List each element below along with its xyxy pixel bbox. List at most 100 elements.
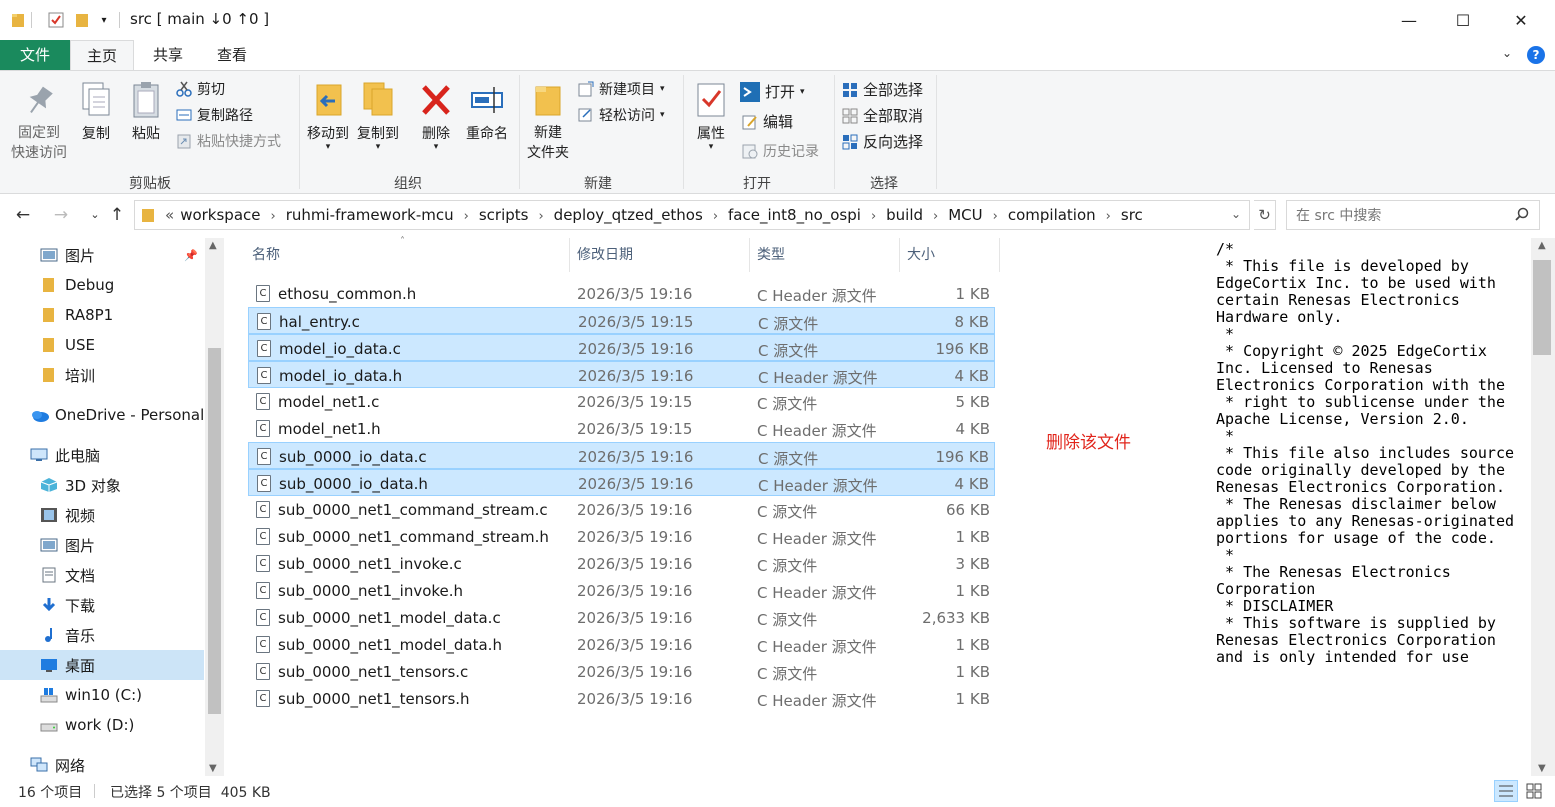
scroll-down-icon[interactable]: ▼ — [1538, 763, 1546, 774]
file-row[interactable]: Cmodel_io_data.h 2026/3/5 19:16 C Header 源… — [248, 361, 995, 388]
large-icons-view-icon[interactable] — [1522, 780, 1546, 802]
column-header-date[interactable]: 修改日期 — [571, 238, 749, 272]
breadcrumb-item[interactable]: compilation — [1008, 206, 1096, 224]
breadcrumb-item[interactable]: face_int8_no_ospi — [728, 206, 861, 224]
help-icon[interactable]: ? — [1527, 46, 1545, 64]
breadcrumb-item[interactable]: MCU — [948, 206, 982, 224]
breadcrumb-separator-icon[interactable]: › — [271, 209, 276, 224]
scroll-up-icon[interactable]: ▲ — [209, 240, 217, 251]
back-arrow-icon[interactable]: ← — [12, 204, 34, 226]
sidebar-item[interactable]: 下载 — [0, 590, 204, 620]
scroll-down-icon[interactable]: ▼ — [209, 763, 217, 774]
sidebar-item[interactable]: USE — [0, 330, 204, 360]
recent-locations-icon[interactable]: ⌄ — [84, 204, 106, 226]
forward-arrow-icon[interactable]: → — [50, 204, 72, 226]
address-bar[interactable]: « workspace › ruhmi-framework-mcu › scripts ›… — [134, 200, 1250, 230]
breadcrumb-item[interactable]: deploy_qtzed_ethos — [554, 206, 703, 224]
preview-scroll-thumb[interactable] — [1533, 260, 1551, 355]
file-row[interactable]: Chal_entry.c 2026/3/5 19:15 C 源文件 8 KB — [248, 307, 995, 334]
select-all-button[interactable]: 全部选择 — [842, 79, 923, 100]
sidebar-item[interactable]: RA8P1 — [0, 300, 204, 330]
pin-quick-access-button[interactable]: 固定到 快速访问 — [6, 81, 72, 163]
copy-to-button[interactable]: 复制到 ▾ — [354, 81, 402, 152]
sidebar-item[interactable]: 音乐 — [0, 620, 204, 650]
file-row[interactable]: Cethosu_common.h 2026/3/5 19:16 C Header 源… — [248, 280, 995, 307]
file-row[interactable]: Csub_0000_net1_command_stream.c 2026/3/5 … — [248, 496, 995, 523]
breadcrumb-overflow[interactable]: « — [165, 206, 174, 224]
copy-path-button[interactable]: 复制路径 — [176, 105, 253, 125]
new-folder-quick-icon[interactable] — [72, 10, 92, 30]
file-row[interactable]: Csub_0000_io_data.h 2026/3/5 19:16 C Heade… — [248, 469, 995, 496]
sidebar-item[interactable]: 培训 — [0, 360, 204, 390]
preview-scrollbar[interactable]: ▲ ▼ — [1531, 238, 1555, 776]
close-button[interactable]: ✕ — [1494, 0, 1548, 40]
sidebar-item[interactable]: 视频 — [0, 500, 204, 530]
breadcrumb-separator-icon[interactable]: › — [1106, 209, 1111, 224]
sidebar-item[interactable]: 网络 — [0, 750, 204, 776]
file-row[interactable]: Csub_0000_io_data.c 2026/3/5 19:16 C 源文件 19… — [248, 442, 995, 469]
breadcrumb-item[interactable]: scripts — [479, 206, 529, 224]
breadcrumb-separator-icon[interactable]: › — [993, 209, 998, 224]
easy-access-button[interactable]: 轻松访问 ▾ — [578, 105, 665, 125]
breadcrumb-separator-icon[interactable]: › — [933, 209, 938, 224]
invert-selection-button[interactable]: 反向选择 — [842, 131, 923, 152]
refresh-icon[interactable]: ↻ — [1254, 200, 1276, 230]
file-row[interactable]: Csub_0000_net1_invoke.c 2026/3/5 19:16 C 源… — [248, 550, 995, 577]
sidebar-item[interactable]: 文档 — [0, 560, 204, 590]
file-row[interactable]: Csub_0000_net1_command_stream.h 2026/3/5 … — [248, 523, 995, 550]
column-header-name[interactable]: 名称 — [246, 238, 569, 272]
sidebar-scrollbar[interactable]: ▲ ▼ — [205, 238, 224, 776]
sidebar-item[interactable]: 此电脑 — [0, 440, 204, 470]
sidebar-item[interactable]: Debug — [0, 270, 204, 300]
breadcrumb-separator-icon[interactable]: › — [538, 209, 543, 224]
copy-button[interactable]: 复制 — [76, 81, 116, 143]
column-header-size[interactable]: 大小 — [901, 238, 999, 272]
breadcrumb-item[interactable]: src — [1121, 206, 1143, 224]
breadcrumb-separator-icon[interactable]: › — [713, 209, 718, 224]
sidebar-item[interactable]: win10 (C:) — [0, 680, 204, 710]
properties-quick-icon[interactable] — [46, 10, 66, 30]
sidebar-item[interactable]: work (D:) — [0, 710, 204, 740]
move-to-button[interactable]: 移动到 ▾ — [304, 81, 352, 152]
breadcrumb-separator-icon[interactable]: › — [871, 209, 876, 224]
file-row[interactable]: Csub_0000_net1_tensors.c 2026/3/5 19:16 C … — [248, 658, 995, 685]
sidebar-item[interactable]: 桌面 — [0, 650, 204, 680]
sidebar-item[interactable]: OneDrive - Personal — [0, 400, 204, 430]
paste-shortcut-button[interactable]: 粘贴快捷方式 — [176, 131, 281, 151]
file-row[interactable]: Csub_0000_net1_invoke.h 2026/3/5 19:16 C H… — [248, 577, 995, 604]
file-row[interactable]: Cmodel_net1.h 2026/3/5 19:15 C Header 源文件 4… — [248, 415, 995, 442]
paste-button[interactable]: 粘贴 — [126, 81, 166, 143]
breadcrumb-separator-icon[interactable]: › — [464, 209, 469, 224]
file-row[interactable]: Csub_0000_net1_model_data.h 2026/3/5 19:1… — [248, 631, 995, 658]
ribbon-collapse-icon[interactable]: ⌄ — [1502, 46, 1512, 60]
tab-home[interactable]: 主页 — [70, 40, 134, 70]
sidebar-scroll-thumb[interactable] — [208, 348, 221, 714]
file-row[interactable]: Cmodel_io_data.c 2026/3/5 19:16 C 源文件 196 K… — [248, 334, 995, 361]
customize-quick-access-icon[interactable]: ▾ — [96, 10, 112, 30]
delete-button[interactable]: 删除 ▾ — [416, 81, 456, 152]
tab-share[interactable]: 共享 — [140, 40, 196, 70]
tab-file[interactable]: 文件 — [0, 40, 70, 70]
minimize-button[interactable]: — — [1382, 0, 1436, 40]
sidebar-item[interactable]: 图片 📌 — [0, 240, 204, 270]
search-input[interactable]: 在 src 中搜索 — [1286, 200, 1540, 230]
up-arrow-icon[interactable]: ↑ — [106, 204, 128, 226]
column-header-type[interactable]: 类型 — [751, 238, 899, 272]
tab-view[interactable]: 查看 — [204, 40, 260, 70]
new-item-button[interactable]: 新建项目 ▾ — [578, 79, 665, 99]
file-row[interactable]: Csub_0000_net1_tensors.h 2026/3/5 19:16 C … — [248, 685, 995, 712]
sidebar-item[interactable]: 图片 — [0, 530, 204, 560]
select-none-button[interactable]: 全部取消 — [842, 105, 923, 126]
file-row[interactable]: Cmodel_net1.c 2026/3/5 19:15 C 源文件 5 KB — [248, 388, 995, 415]
edit-button[interactable]: 编辑 — [742, 111, 793, 132]
details-view-icon[interactable] — [1494, 780, 1518, 802]
history-button[interactable]: 历史记录 — [742, 141, 819, 161]
address-dropdown-icon[interactable]: ⌄ — [1231, 207, 1241, 221]
properties-button[interactable]: 属性 ▾ — [690, 81, 732, 152]
new-folder-button[interactable]: 新建 文件夹 — [524, 81, 572, 163]
sidebar-item[interactable]: 3D 对象 — [0, 470, 204, 500]
breadcrumb-item[interactable]: build — [886, 206, 923, 224]
cut-button[interactable]: 剪切 — [176, 79, 225, 99]
file-row[interactable]: Csub_0000_net1_model_data.c 2026/3/5 19:1… — [248, 604, 995, 631]
open-button[interactable]: 打开 ▾ — [740, 81, 805, 102]
